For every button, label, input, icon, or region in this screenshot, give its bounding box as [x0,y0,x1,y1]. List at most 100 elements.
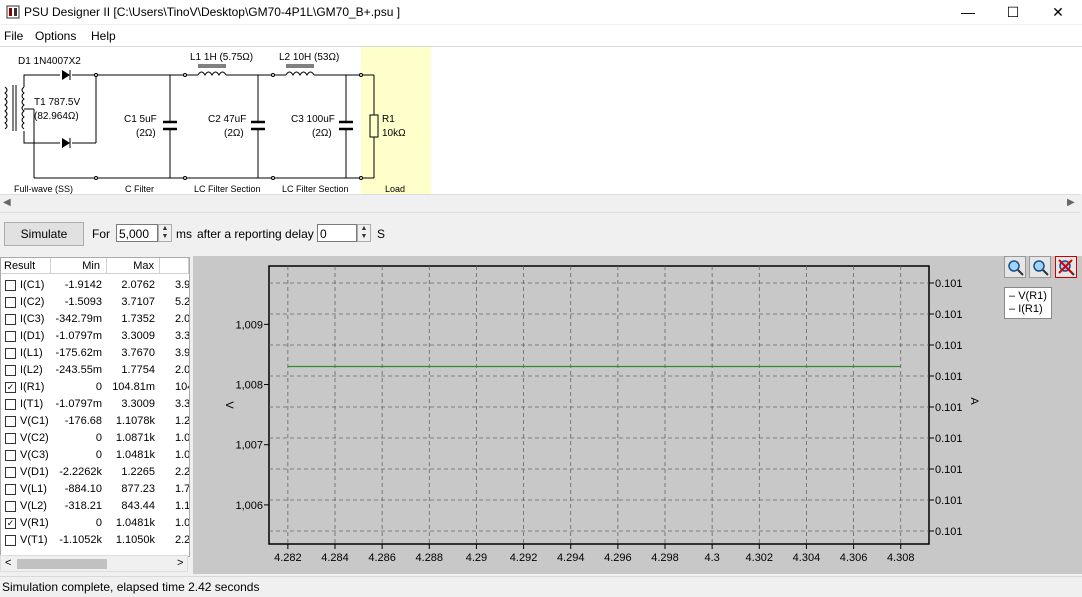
results-scrollbar[interactable]: < > [0,555,188,572]
label-c2: C2 47uF [208,114,247,125]
section-lc-filter-1[interactable]: LC Filter Section [194,184,261,194]
scrollbar-thumb[interactable] [17,559,107,569]
delay-input[interactable]: 0 [317,224,357,242]
scroll-right-icon[interactable]: > [177,557,183,569]
table-row[interactable]: I(L1) -175.62m 3.7670 3.9 [1,345,189,362]
cell-extra: 3.9 [175,347,190,359]
y-right-tick-label: 0.101 [935,526,963,538]
row-checkbox[interactable] [5,399,16,410]
column-header-max[interactable]: Max [107,258,160,274]
cell-min: -342.79m [55,313,102,325]
results-table: Result Min Max I(C1) -1.9142 2.0762 3.9 I(C2… [0,257,190,557]
x-tick-label: 4.284 [321,552,349,564]
row-checkbox[interactable] [5,501,16,512]
close-button[interactable]: ✕ [1035,0,1081,24]
table-row[interactable]: ✓ I(R1) 0 104.81m 104. [1,379,189,396]
table-row[interactable]: I(C2) -1.5093 3.7107 5.2 [1,294,189,311]
column-header-result[interactable]: Result [1,258,51,274]
waveform-chart[interactable]: 4.282 4.284 4.286 4.288 4.29 4.292 4.294 4.296 4… [193,256,1082,574]
table-row[interactable]: V(C1) -176.68 1.1078k 1.28 [1,413,189,430]
cell-name: I(L2) [20,364,43,376]
delay-label: after a reporting delay of [197,227,328,241]
section-c-filter[interactable]: C Filter [125,184,154,194]
window-title: PSU Designer II [C:\Users\TinoV\Desktop\… [24,5,401,19]
label-t1-resistance: (82.964Ω) [34,111,79,122]
label-d1: D1 1N4007X2 [18,56,81,67]
menu-options[interactable]: Options [35,29,76,43]
duration-input[interactable]: 5,000 [116,224,158,242]
row-checkbox[interactable] [5,297,16,308]
cell-max: 3.3009 [121,398,155,410]
zoom-reset-button[interactable] [1055,256,1077,278]
table-row[interactable]: ✓ V(R1) 0 1.0481k 1.04 [1,515,189,532]
scroll-left-icon[interactable]: ◀ [3,197,11,208]
cell-max: 843.44 [121,500,155,512]
table-row[interactable]: I(T1) -1.0797m 3.3009 3.3 [1,396,189,413]
cell-max: 1.0871k [115,432,155,444]
simulate-button[interactable]: Simulate [4,222,84,246]
cell-name: V(C3) [20,449,49,461]
row-checkbox[interactable] [5,348,16,359]
cell-min: -884.10 [64,483,102,495]
row-checkbox[interactable] [5,280,16,291]
table-row[interactable]: V(C2) 0 1.0871k 1.08 [1,430,189,447]
table-row[interactable]: I(C1) -1.9142 2.0762 3.9 [1,277,189,294]
for-label: For [92,227,110,241]
menu-help[interactable]: Help [91,29,116,43]
legend-label-vr1: V(R1) [1018,290,1047,302]
zoom-out-button[interactable] [1029,256,1051,278]
cell-min: -318.21 [64,500,102,512]
y-axis-label-left: V [223,401,235,409]
section-fullwave[interactable]: Full-wave (SS) [14,184,73,194]
scroll-right-icon[interactable]: ▶ [1067,197,1075,208]
section-load[interactable]: Load [385,184,405,194]
scroll-left-icon[interactable]: < [5,557,11,569]
spin-up-icon[interactable]: ▲ [159,225,171,233]
row-checkbox[interactable] [5,331,16,342]
row-checkbox[interactable] [5,416,16,427]
table-row[interactable]: V(D1) -2.2262k 1.2265 2.22 [1,464,189,481]
legend-item: – I(R1) [1009,303,1043,315]
row-checkbox[interactable] [5,450,16,461]
plot-area[interactable] [268,265,930,545]
schematic-scrollbar[interactable]: ◀ ▶ [0,194,1080,213]
row-checkbox[interactable]: ✓ [5,518,16,529]
table-row[interactable]: V(C3) 0 1.0481k 1.04 [1,447,189,464]
column-header-extra[interactable] [160,258,189,274]
row-checkbox[interactable] [5,314,16,325]
cell-max: 104.81m [112,381,155,393]
zoom-in-button[interactable] [1004,256,1026,278]
cell-max: 3.3009 [121,330,155,342]
table-row[interactable]: I(D1) -1.0797m 3.3009 3.3 [1,328,189,345]
section-lc-filter-2[interactable]: LC Filter Section [282,184,349,194]
cell-extra: 2.22 [175,466,190,478]
y-right-tick-label: 0.101 [935,495,963,507]
cell-extra: 1.28 [175,415,190,427]
row-checkbox[interactable] [5,365,16,376]
spin-down-icon[interactable]: ▼ [159,233,171,241]
duration-spinner[interactable]: ▲ ▼ [158,224,172,242]
table-row[interactable]: V(L2) -318.21 843.44 1.16 [1,498,189,515]
spin-down-icon[interactable]: ▼ [358,233,370,241]
row-checkbox[interactable] [5,484,16,495]
s-label: S [377,227,386,241]
delay-spinner[interactable]: ▲ ▼ [357,224,371,242]
row-checkbox[interactable] [5,467,16,478]
table-row[interactable]: I(L2) -243.55m 1.7754 2.0 [1,362,189,379]
column-header-min[interactable]: Min [51,258,107,274]
maximize-button[interactable]: ☐ [990,0,1036,24]
minimize-button[interactable]: — [945,0,991,24]
row-checkbox[interactable]: ✓ [5,382,16,393]
y-right-tick-label: 0.101 [935,340,963,352]
schematic-canvas[interactable]: D1 1N4007X2 T1 787.5V (82.964Ω) C1 5uF (… [0,47,1066,194]
table-row[interactable]: I(C3) -342.79m 1.7352 2.0 [1,311,189,328]
menu-file[interactable]: File [4,29,23,43]
cell-min: -1.0797m [55,398,102,410]
table-row[interactable]: V(L1) -884.10 877.23 1.76 [1,481,189,498]
row-checkbox[interactable] [5,433,16,444]
row-checkbox[interactable] [5,535,16,546]
spin-up-icon[interactable]: ▲ [358,225,370,233]
table-row[interactable]: V(T1) -1.1052k 1.1050k 2.21 [1,532,189,549]
y-right-tick-label: 0.101 [935,309,963,321]
cell-min: -175.62m [55,347,102,359]
